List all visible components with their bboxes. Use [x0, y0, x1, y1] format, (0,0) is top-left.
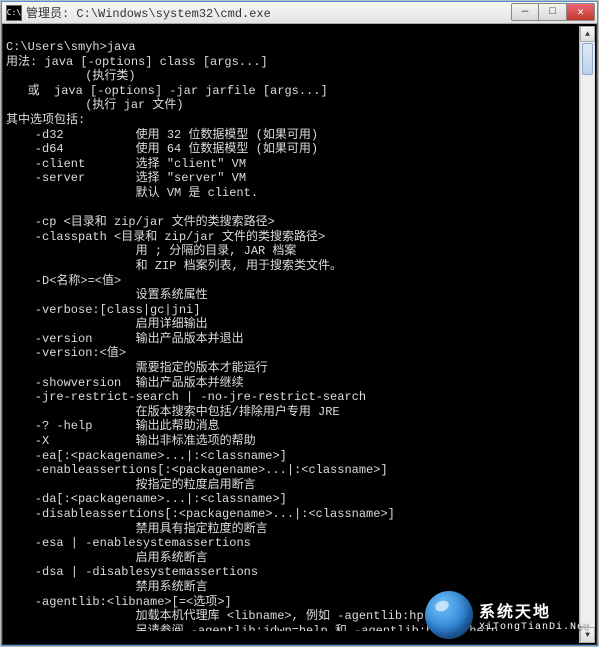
maximize-button[interactable]: □ — [539, 3, 567, 21]
close-button[interactable]: ✕ — [567, 3, 595, 21]
scroll-thumb[interactable] — [582, 43, 593, 75]
cmd-window: C:\ 管理员: C:\Windows\system32\cmd.exe — □… — [1, 1, 598, 646]
cmd-icon: C:\ — [6, 5, 22, 21]
window-buttons: — □ ✕ — [511, 3, 595, 23]
titlebar[interactable]: C:\ 管理员: C:\Windows\system32\cmd.exe — □… — [2, 2, 597, 24]
minimize-button[interactable]: — — [511, 3, 539, 21]
window-title: 管理员: C:\Windows\system32\cmd.exe — [26, 4, 511, 21]
scroll-down-button[interactable]: ▼ — [580, 627, 595, 643]
terminal-output[interactable]: C:\Users\smyh>java 用法: java [-options] c… — [4, 38, 579, 631]
vertical-scrollbar[interactable]: ▲ ▼ — [579, 26, 595, 643]
scroll-up-button[interactable]: ▲ — [580, 26, 595, 42]
scroll-track[interactable] — [580, 42, 595, 627]
